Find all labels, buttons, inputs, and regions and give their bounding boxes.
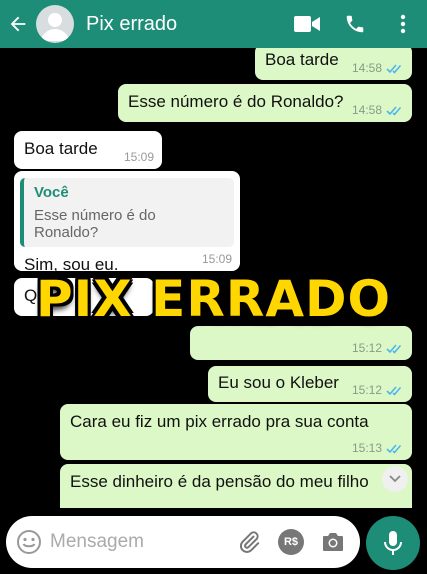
message-out[interactable]: Esse dinheiro é da pensão do meu filho: [60, 464, 412, 508]
scroll-down-button[interactable]: [382, 466, 408, 492]
read-ticks-icon: [386, 385, 402, 396]
message-time: 14:58: [351, 103, 382, 117]
quote-author: Você: [34, 184, 69, 201]
message-text: Boa tarde: [24, 139, 98, 158]
message-out[interactable]: Eu sou o Kleber 15:12: [208, 366, 412, 402]
video-call-button[interactable]: [283, 0, 331, 48]
message-meta: 15:12: [352, 383, 404, 397]
chevron-down-icon: [389, 475, 401, 483]
phone-icon: [346, 15, 364, 33]
message-out[interactable]: Esse número é do Ronaldo? 14:58: [118, 84, 412, 122]
message-time: 15:09: [201, 252, 232, 266]
more-vert-icon: [400, 14, 406, 34]
message-meta: 14:58: [352, 103, 404, 117]
message-time: 15:12: [351, 383, 382, 397]
message-text: Eu sou o Kleber: [218, 373, 339, 392]
message-in-reply[interactable]: Você Esse número é do Ronaldo? Sim, sou …: [14, 171, 240, 274]
arrow-left-icon: [10, 16, 26, 32]
message-placeholder: Mensagem: [50, 531, 144, 552]
camera-icon: [323, 533, 343, 551]
message-in[interactable]: Q: [14, 278, 154, 316]
message-time: 14:58: [351, 61, 382, 75]
message-meta: 14:58: [352, 61, 404, 75]
chat-header: Pix errado: [0, 0, 427, 48]
message-input[interactable]: Mensagem R$: [6, 516, 360, 568]
message-meta: 15:09: [202, 252, 232, 266]
payment-button[interactable]: R$: [274, 525, 308, 559]
paperclip-icon: [240, 531, 260, 553]
composer-bar: Mensagem R$: [0, 508, 427, 574]
avatar[interactable]: [36, 5, 74, 43]
message-meta: 15:09: [124, 150, 154, 164]
back-button[interactable]: [0, 0, 36, 48]
message-text: Esse número é do Ronaldo?: [128, 92, 344, 111]
message-text: Q: [24, 286, 38, 305]
message-meta: 15:12: [352, 341, 404, 355]
camera-button[interactable]: [316, 525, 350, 559]
read-ticks-icon: [386, 443, 402, 454]
emoji-icon[interactable]: [16, 529, 42, 555]
quote-text: Esse número é do Ronaldo?: [34, 207, 156, 241]
message-list[interactable]: Boa tarde 14:58 Esse número é do Ronaldo…: [0, 48, 427, 508]
menu-button[interactable]: [379, 0, 427, 48]
message-out[interactable]: Boa tarde 14:58: [255, 48, 412, 80]
message-meta: 15:13: [352, 441, 404, 455]
message-out[interactable]: Cara eu fiz um pix errado pra sua conta …: [60, 404, 412, 460]
message-text: Sim, sou eu.: [24, 255, 119, 274]
quoted-message[interactable]: Você Esse número é do Ronaldo?: [20, 178, 234, 247]
video-camera-icon: [294, 16, 320, 32]
read-ticks-icon: [386, 63, 402, 74]
message-text: Cara eu fiz um pix errado pra sua conta: [70, 412, 369, 431]
pix-payment-icon: R$: [278, 529, 304, 555]
attach-button[interactable]: [232, 525, 266, 559]
default-avatar-icon: [41, 13, 69, 41]
message-time: 15:09: [123, 150, 154, 164]
message-in[interactable]: Boa tarde 15:09: [14, 131, 162, 169]
voice-call-button[interactable]: [331, 0, 379, 48]
message-out[interactable]: 15:12: [190, 326, 412, 360]
read-ticks-icon: [386, 105, 402, 116]
message-text: Esse dinheiro é da pensão do meu filho: [70, 472, 369, 491]
read-ticks-icon: [386, 343, 402, 354]
contact-name[interactable]: Pix errado: [86, 13, 283, 36]
message-text: Boa tarde: [265, 50, 339, 69]
message-time: 15:13: [351, 441, 382, 455]
payment-label: R$: [283, 536, 299, 548]
microphone-icon: [384, 531, 402, 555]
voice-record-button[interactable]: [366, 516, 420, 570]
message-time: 15:12: [351, 341, 382, 355]
